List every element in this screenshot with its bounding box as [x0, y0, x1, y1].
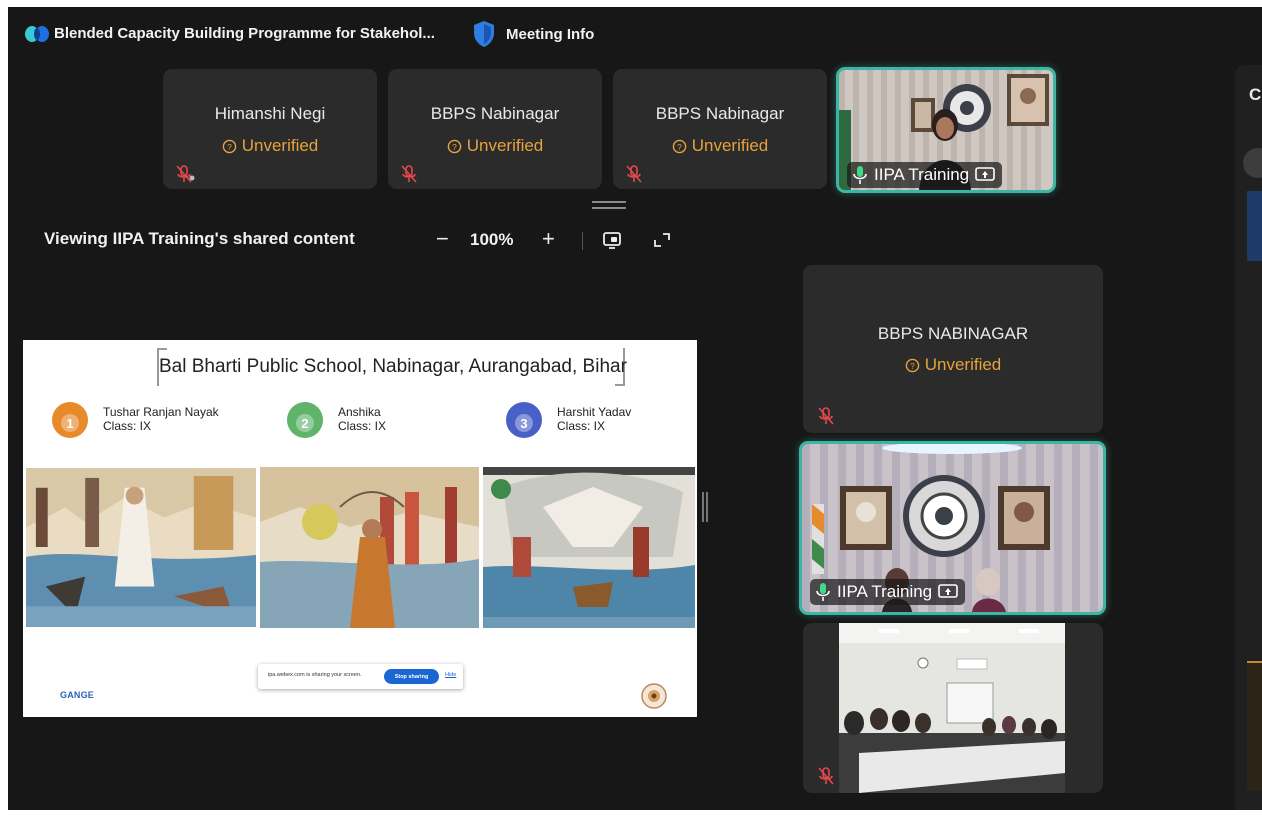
panel-resize-handle[interactable]	[702, 492, 708, 522]
participant-tile-bbps-nabinagar-large[interactable]: BBPS NABINAGAR ? Unverified	[803, 265, 1103, 433]
winner-class: Class: IX	[103, 419, 152, 433]
participant-name: BBPS Nabinagar	[655, 104, 785, 123]
question-circle-icon: ?	[905, 358, 920, 372]
sharing-screen-icon	[975, 167, 995, 181]
svg-text:?: ?	[452, 141, 457, 151]
question-circle-icon: ?	[447, 139, 462, 153]
participant-name: BBPS Nabinagar	[430, 104, 560, 123]
muted-mic-icon	[176, 165, 195, 183]
share-toolbar: Viewing IIPA Training's shared content −…	[44, 227, 704, 253]
participant-tile-bbps-nabinagar-1[interactable]: BBPS Nabinagar ? Unverified	[388, 69, 602, 189]
unverified-badge: ? Unverified	[803, 355, 1103, 375]
question-circle-icon: ?	[672, 139, 687, 153]
stop-sharing-button[interactable]: Stop sharing	[384, 669, 439, 684]
muted-mic-icon	[401, 165, 417, 183]
status-text: Unverified	[924, 355, 1002, 374]
webex-logo-icon	[25, 26, 49, 42]
sharing-screen-icon	[938, 584, 958, 598]
meeting-title: Blended Capacity Building Programme for …	[54, 25, 435, 42]
emblem-icon	[641, 683, 667, 709]
unverified-badge: ? Unverified	[613, 136, 827, 156]
pop-out-icon[interactable]	[602, 230, 622, 250]
muted-mic-icon	[818, 767, 834, 785]
muted-mic-icon	[818, 407, 834, 425]
hide-notice-link[interactable]: Hide	[445, 672, 456, 678]
slide-title-frame: Bal Bharti Public School, Nabinagar, Aur…	[157, 348, 627, 386]
side-panel-title: C	[1249, 85, 1262, 104]
question-circle-icon: ?	[222, 139, 237, 153]
svg-text:?: ?	[677, 141, 682, 151]
winner-name: Tushar Ranjan Nayak	[103, 405, 219, 419]
muted-mic-icon	[626, 165, 642, 183]
winner-class: Class: IX	[338, 419, 387, 433]
bronze-medal-icon: 3	[506, 402, 542, 438]
zoom-out-button[interactable]: −	[436, 227, 449, 251]
participant-video	[839, 623, 1065, 793]
meeting-window: Blended Capacity Building Programme for …	[8, 7, 1262, 810]
mic-on-icon	[816, 583, 830, 601]
status-text: Unverified	[691, 136, 769, 155]
meeting-info-label: Meeting Info	[506, 25, 595, 43]
participant-tile-bbps-nabinagar-2[interactable]: BBPS Nabinagar ? Unverified	[613, 69, 827, 189]
title-bar: Blended Capacity Building Programme for …	[8, 7, 1262, 61]
sharing-notice-text: ipa.webex.com is sharing your screen.	[268, 672, 362, 678]
participant-tile-himanshi-negi[interactable]: Himanshi Negi ? Unverified	[163, 69, 377, 189]
participant-name: IIPA Training	[837, 582, 933, 601]
unverified-badge: ? Unverified	[388, 136, 602, 156]
side-panel-avatar[interactable]	[1243, 148, 1262, 178]
artwork-third	[483, 467, 695, 628]
side-panel[interactable]: C	[1235, 65, 1262, 810]
artwork-first	[26, 468, 256, 627]
winner-third: 3 Harshit Yadav Class: IX	[506, 402, 666, 442]
participant-tile-iipa-training-large[interactable]: IIPA Training	[799, 441, 1106, 615]
winner-name: Anshika	[338, 405, 381, 419]
status-text: Unverified	[241, 136, 319, 155]
participant-name: Himanshi Negi	[214, 104, 326, 123]
silver-medal-icon: 2	[287, 402, 323, 438]
shared-content-slide: Bal Bharti Public School, Nabinagar, Aur…	[23, 340, 697, 717]
svg-text:?: ?	[910, 360, 915, 370]
winner-class: Class: IX	[557, 419, 606, 433]
mic-on-icon	[853, 166, 867, 184]
participant-name: BBPS NABINAGAR	[877, 324, 1029, 343]
winner-name: Harshit Yadav	[557, 405, 632, 419]
side-panel-highlight[interactable]	[1247, 191, 1262, 261]
screen-sharing-notice: ipa.webex.com is sharing your screen. St…	[258, 664, 463, 689]
participant-name: IIPA Training	[874, 165, 970, 184]
participant-tile-classroom-video[interactable]	[803, 623, 1103, 793]
toolbar-divider	[582, 232, 583, 250]
side-panel-section	[1247, 661, 1262, 791]
viewing-shared-content-text: Viewing IIPA Training's shared content	[44, 229, 355, 248]
svg-text:?: ?	[227, 141, 232, 151]
resize-handle[interactable]	[592, 201, 626, 209]
gold-medal-icon: 1	[52, 402, 88, 438]
winner-second: 2 Anshika Class: IX	[287, 402, 437, 442]
video-name-label: IIPA Training	[810, 579, 966, 605]
ganga-logo: GANGE	[60, 690, 95, 700]
winner-first: 1 Tushar Ranjan Nayak Class: IX	[52, 402, 252, 442]
shield-icon	[474, 21, 494, 47]
fullscreen-icon[interactable]	[652, 230, 672, 250]
artwork-second	[260, 467, 479, 628]
meeting-info-button[interactable]: Meeting Info	[472, 20, 594, 48]
zoom-in-button[interactable]: +	[542, 227, 555, 251]
unverified-badge: ? Unverified	[163, 136, 377, 156]
zoom-level: 100%	[470, 230, 514, 249]
participant-tile-iipa-training-video[interactable]: IIPA Training	[836, 67, 1056, 193]
slide-title: Bal Bharti Public School, Nabinagar, Aur…	[159, 356, 627, 377]
status-text: Unverified	[466, 136, 544, 155]
video-name-label: IIPA Training	[847, 162, 1003, 188]
